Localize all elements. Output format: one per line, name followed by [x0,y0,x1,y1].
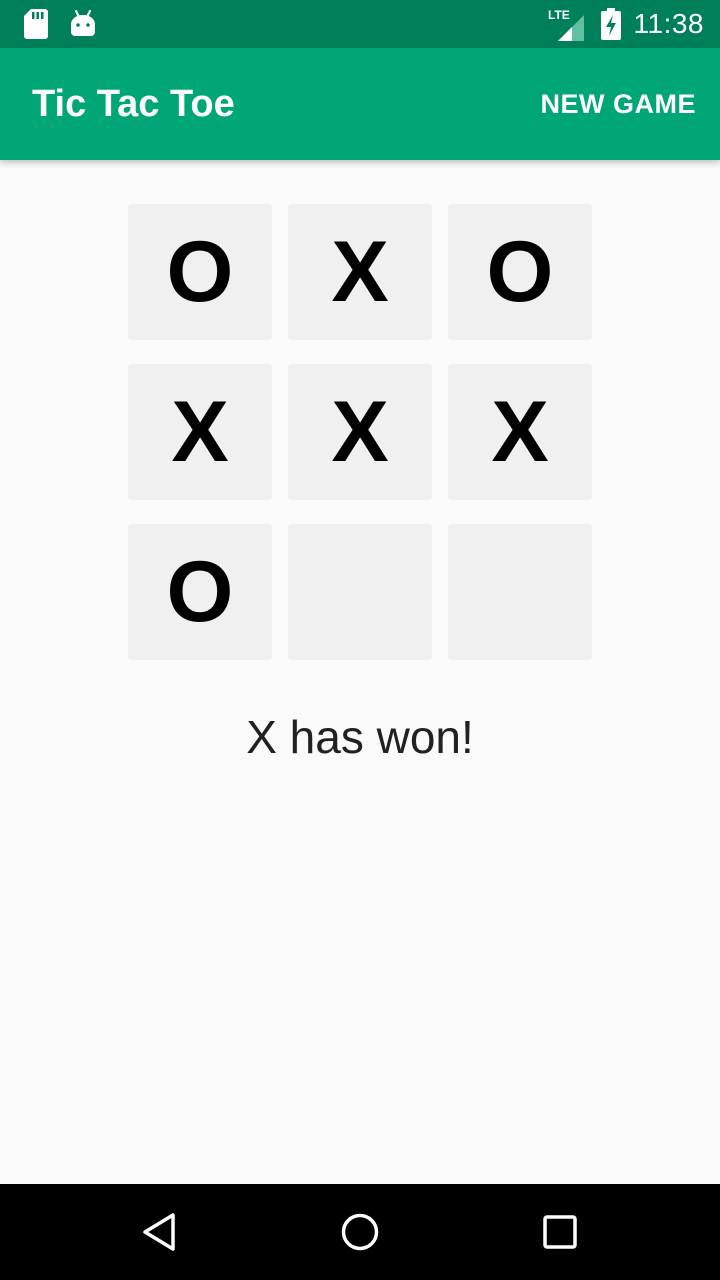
navigation-bar [0,1184,720,1280]
status-bar: LTE 11:38 [0,0,720,48]
game-result-message: X has won! [246,711,474,763]
board-cell-6[interactable]: X [448,364,592,500]
lte-signal-icon: LTE [548,8,584,41]
new-game-button[interactable]: NEW GAME [541,48,697,160]
app-title: Tic Tac Toe [32,83,235,125]
app-bar: Tic Tac Toe NEW GAME [0,48,720,160]
back-icon[interactable] [136,1208,184,1256]
game-board: O X O X X X O [128,204,592,660]
board-cell-2[interactable]: X [288,204,432,340]
system-status: LTE 11:38 [548,0,705,48]
home-icon[interactable] [336,1208,384,1256]
android-icon [71,10,95,36]
status-time: 11:38 [633,8,704,39]
sd-card-icon [24,9,48,39]
recents-icon[interactable] [536,1208,584,1256]
network-type-label: LTE [548,8,570,22]
board-cell-3[interactable]: O [448,204,592,340]
battery-charging-icon [600,8,621,40]
board-cell-8[interactable] [288,524,432,660]
notification-icons [24,9,96,39]
board-cell-5[interactable]: X [288,364,432,500]
board-cell-7[interactable]: O [128,524,272,660]
board-cell-9[interactable] [448,524,592,660]
board-cell-4[interactable]: X [128,364,272,500]
board-cell-1[interactable]: O [128,204,272,340]
